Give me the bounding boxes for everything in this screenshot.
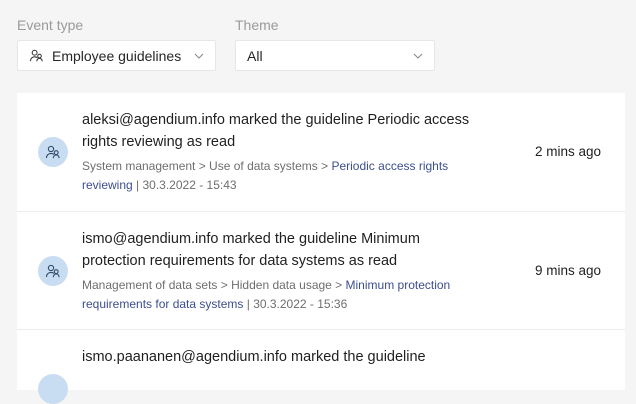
theme-value: All xyxy=(247,47,263,64)
feed-item-time: 9 mins ago xyxy=(534,263,601,278)
feed-item-content: ismo.paananen@agendium.info marked the g… xyxy=(82,346,477,368)
feed-item-title: ismo@agendium.info marked the guideline … xyxy=(82,231,420,269)
theme-select[interactable]: All xyxy=(235,40,435,71)
guideline-path: System management > Use of data systems … xyxy=(82,159,332,173)
feed-item-meta: Management of data sets > Hidden data us… xyxy=(82,276,477,314)
employee-guidelines-icon xyxy=(29,48,44,63)
chevron-down-icon xyxy=(412,50,424,62)
theme-label: Theme xyxy=(235,17,279,33)
feed-item-content: aleksi@agendium.info marked the guidelin… xyxy=(82,109,477,195)
event-type-filter: Event type Employee guidelines xyxy=(17,17,216,71)
employee-guidelines-icon xyxy=(38,137,68,167)
feed-item[interactable]: aleksi@agendium.info marked the guidelin… xyxy=(17,93,625,212)
employee-guidelines-icon xyxy=(38,256,68,286)
feed-item-title: aleksi@agendium.info marked the guidelin… xyxy=(82,112,470,150)
feed-item-meta: System management > Use of data systems … xyxy=(82,157,477,195)
event-date: | 30.3.2022 - 15:36 xyxy=(243,297,348,311)
theme-filter: Theme All xyxy=(235,17,435,71)
chevron-down-icon xyxy=(193,50,205,62)
event-type-label: Event type xyxy=(17,17,84,33)
guideline-path: Management of data sets > Hidden data us… xyxy=(82,278,346,292)
feed-item-time: 2 mins ago xyxy=(534,144,601,159)
feed-item[interactable]: ismo.paananen@agendium.info marked the g… xyxy=(17,330,625,404)
event-type-select[interactable]: Employee guidelines xyxy=(17,40,216,71)
employee-guidelines-icon xyxy=(38,374,68,404)
event-type-value: Employee guidelines xyxy=(52,47,182,64)
feed-item-title: ismo.paananen@agendium.info marked the g… xyxy=(82,349,426,365)
event-date: | 30.3.2022 - 15:43 xyxy=(132,178,237,192)
feed-item[interactable]: ismo@agendium.info marked the guideline … xyxy=(17,212,625,330)
event-feed: aleksi@agendium.info marked the guidelin… xyxy=(17,93,625,404)
feed-item-content: ismo@agendium.info marked the guideline … xyxy=(82,228,477,314)
filters-bar: Event type Employee guidelines Theme All xyxy=(17,17,435,71)
